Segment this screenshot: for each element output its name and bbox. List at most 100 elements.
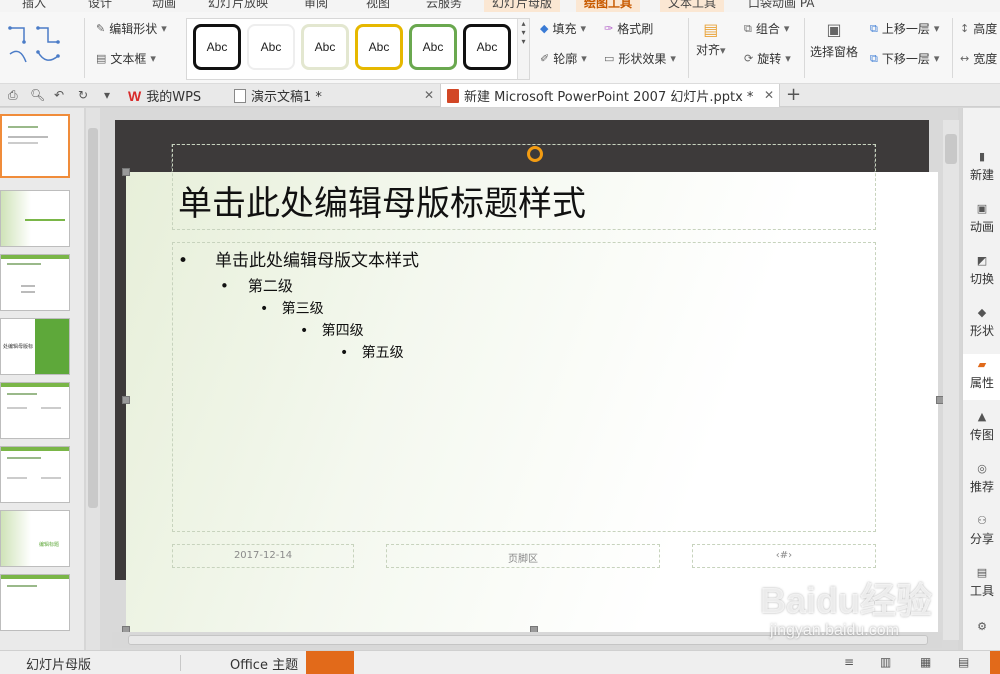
- fill-icon: ◆: [540, 22, 549, 35]
- edit-shape-button[interactable]: ✎ 编辑形状 ▾: [96, 20, 167, 37]
- sidebar-settings-icon[interactable]: ⚙: [963, 620, 1000, 636]
- sidebar-item-share[interactable]: ⚇ 分享: [963, 514, 1000, 547]
- height-field[interactable]: ↕ 高度: [960, 20, 997, 37]
- rotate-handle-icon[interactable]: [527, 146, 543, 162]
- right-task-sidebar: ▮ 新建 ▣ 动画 ◩ 切换 ◆ 形状 ▰ 属性 ▲ 传图 ◎ 推荐 ⚇ 分享 ▤ 工具 ⚙: [962, 108, 1000, 650]
- style-preset-4[interactable]: Abc: [355, 24, 403, 70]
- new-icon: ▮: [978, 150, 986, 163]
- shape-effect-icon: ▭: [604, 52, 615, 65]
- group-button[interactable]: ⧉ 组合 ▾: [744, 20, 789, 37]
- height-icon: ↕: [960, 22, 970, 35]
- reading-view-icon[interactable]: ▤: [958, 655, 969, 669]
- sidebar-item-recommend[interactable]: ◎ 推荐: [963, 462, 1000, 495]
- send-backward-button[interactable]: ⧉ 下移一层 ▾: [870, 50, 939, 67]
- baidu-watermark: Baidu经验 jingyan.baidu.com: [760, 560, 960, 650]
- width-field[interactable]: ↔ 宽度: [960, 50, 997, 67]
- selection-pane-button[interactable]: ▣ 选择窗格: [810, 20, 858, 60]
- watermark-url: jingyan.baidu.com: [770, 622, 899, 639]
- close-tab-presentation1-icon[interactable]: ✕: [424, 88, 434, 102]
- slide-thumbnail-panel: 处编辑母版标 编辑标题: [0, 108, 84, 650]
- sidebar-item-new[interactable]: ▮ 新建: [963, 150, 1000, 183]
- status-bar: 幻灯片母版 Office 主题 ≡ ▥ ▦ ▤: [0, 650, 1000, 674]
- bullet-level-4: • 第四级: [300, 323, 364, 339]
- textbox-button[interactable]: ▤ 文本框 ▾: [96, 50, 156, 67]
- date-placeholder[interactable]: 2017-12-14: [172, 544, 354, 568]
- thumbnail-layout-4[interactable]: [0, 382, 70, 439]
- thumbnail-layout-7[interactable]: [0, 574, 70, 631]
- format-painter-button[interactable]: ✑ 格式刷: [604, 20, 653, 37]
- redo-icon[interactable]: ↻: [78, 88, 88, 102]
- slide-sorter-icon[interactable]: ▦: [920, 655, 931, 669]
- tab-text-tools[interactable]: 文本工具: [660, 0, 725, 12]
- bullet-level-1: • 单击此处编辑母版文本样式: [178, 251, 420, 271]
- tab-my-wps[interactable]: W 我的WPS: [122, 84, 207, 107]
- tab-slideshow[interactable]: 幻灯片放映: [208, 0, 268, 11]
- sidebar-item-tools[interactable]: ▤ 工具: [963, 566, 1000, 599]
- bullet-level-5: • 第五级: [340, 345, 404, 361]
- ribbon-tab-strip: 插入 设计 动画 幻灯片放映 审阅 视图 云服务 幻灯片母版 绘图工具 文本工具…: [0, 0, 1000, 12]
- document-icon: [234, 88, 246, 103]
- tab-pocket-animation[interactable]: 口袋动画 PA: [748, 0, 815, 11]
- print-icon[interactable]: ⎙: [8, 88, 18, 103]
- style-preset-2[interactable]: Abc: [247, 24, 295, 70]
- quick-access-dropdown-icon[interactable]: ▾: [104, 88, 110, 102]
- thumbnail-scrollbar[interactable]: [86, 108, 100, 650]
- share-icon: ⚇: [977, 514, 987, 527]
- resize-handle-top-left[interactable]: [122, 168, 130, 176]
- outline-button[interactable]: ✐ 轮廓 ▾: [540, 50, 587, 67]
- tab-review[interactable]: 审阅: [304, 0, 328, 11]
- watermark-main: Baidu经验: [760, 580, 933, 621]
- tab-presentation1[interactable]: 演示文稿1 *: [228, 84, 328, 107]
- tab-design[interactable]: 设计: [88, 0, 112, 11]
- sidebar-item-property[interactable]: ▰ 属性: [963, 354, 1000, 400]
- undo-icon[interactable]: ↶: [54, 88, 64, 102]
- outline-icon: ✐: [540, 52, 550, 65]
- align-icon: ▤: [703, 20, 719, 39]
- thumbnail-layout-6[interactable]: 编辑标题: [0, 510, 70, 567]
- sidebar-item-shape[interactable]: ◆ 形状: [963, 306, 1000, 339]
- print-preview-icon[interactable]: 🔍︎: [30, 88, 45, 102]
- tab-pptx-file[interactable]: 新建 Microsoft PowerPoint 2007 幻灯片.pptx *: [440, 84, 780, 107]
- gallery-scroll[interactable]: ▴ ▾ ▾: [517, 19, 529, 79]
- status-accent-indicator: [306, 651, 354, 674]
- shape-connectors-panel[interactable]: [0, 18, 80, 80]
- new-tab-plus-icon[interactable]: +: [786, 84, 801, 105]
- normal-view-icon[interactable]: ▥: [880, 655, 891, 669]
- style-preset-1[interactable]: Abc: [193, 24, 241, 70]
- bring-forward-button[interactable]: ⧉ 上移一层 ▾: [870, 20, 939, 37]
- thumbnail-master[interactable]: [0, 114, 70, 178]
- bullet-level-2: • 第二级: [220, 277, 293, 295]
- close-tab-pptx-icon[interactable]: ✕: [764, 88, 774, 102]
- edit-shape-icon: ✎: [96, 22, 106, 35]
- thumbnail-layout-1[interactable]: [0, 190, 70, 247]
- tab-animation[interactable]: 动画: [152, 0, 176, 11]
- thumbnail-layout-2[interactable]: [0, 254, 70, 311]
- tab-drawing-tools[interactable]: 绘图工具: [576, 0, 641, 12]
- sidebar-item-transition[interactable]: ◩ 切换: [963, 254, 1000, 287]
- ribbon: ✎ 编辑形状 ▾ ▤ 文本框 ▾ Abc Abc Abc Abc Abc Abc ▴…: [0, 12, 1000, 84]
- tab-view[interactable]: 视图: [366, 0, 390, 11]
- footer-placeholder[interactable]: 页脚区: [386, 544, 660, 568]
- sidebar-item-animation[interactable]: ▣ 动画: [963, 202, 1000, 235]
- tab-slide-master[interactable]: 幻灯片母版: [484, 0, 561, 12]
- rotate-icon: ⟳: [744, 52, 754, 65]
- thumbnail-layout-3[interactable]: 处编辑母版标: [0, 318, 70, 375]
- resize-handle-middle-left[interactable]: [122, 396, 130, 404]
- bullet-level-3: • 第三级: [260, 301, 324, 317]
- thumbnail-layout-5[interactable]: [0, 446, 70, 503]
- tab-insert[interactable]: 插入: [22, 0, 46, 11]
- bring-forward-icon: ⧉: [870, 21, 878, 35]
- send-backward-icon: ⧉: [870, 51, 878, 65]
- slide-title[interactable]: 单击此处编辑母版标题样式: [178, 176, 586, 225]
- style-preset-3[interactable]: Abc: [301, 24, 349, 70]
- notes-icon[interactable]: ≡: [844, 655, 854, 669]
- align-button[interactable]: ▤ 对齐▾: [696, 20, 726, 58]
- format-painter-icon: ✑: [604, 22, 614, 35]
- tab-cloud[interactable]: 云服务: [426, 0, 462, 11]
- shape-effect-button[interactable]: ▭ 形状效果 ▾: [604, 50, 676, 67]
- sidebar-item-upload-image[interactable]: ▲ 传图: [963, 410, 1000, 443]
- fill-button[interactable]: ◆ 填充 ▾: [540, 20, 586, 37]
- style-preset-6[interactable]: Abc: [463, 24, 511, 70]
- rotate-button[interactable]: ⟳ 旋转 ▾: [744, 50, 791, 67]
- style-preset-5[interactable]: Abc: [409, 24, 457, 70]
